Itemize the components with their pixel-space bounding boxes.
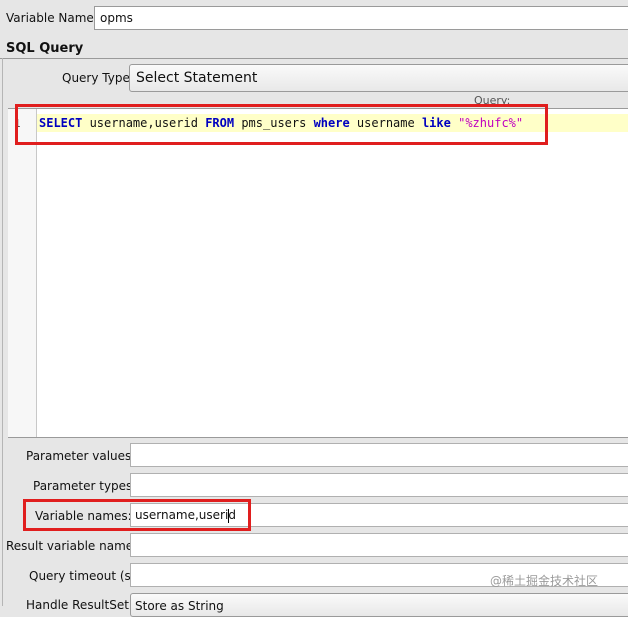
section-border [2, 58, 3, 606]
result-variable-name-input[interactable] [130, 533, 628, 557]
parameter-types-input[interactable] [130, 473, 628, 497]
variable-name-label: Variable Name: [6, 11, 98, 25]
section-title: SQL Query [6, 41, 84, 56]
variable-name-input[interactable]: opms [94, 6, 628, 30]
watermark: @稀土掘金技术社区 [490, 574, 599, 588]
sql-annotation-box [15, 104, 548, 145]
variable-names-annotation-box [23, 499, 251, 531]
parameter-values-input[interactable] [130, 443, 628, 467]
query-type-label: Query Type: [62, 71, 134, 85]
line-number-gutter [8, 109, 37, 437]
parameter-values-label: Parameter values: [26, 449, 136, 463]
section-divider [0, 58, 628, 59]
sql-editor[interactable] [8, 108, 628, 438]
parameter-types-label: Parameter types: [33, 479, 137, 493]
query-type-select[interactable]: Select Statement [129, 64, 628, 92]
handle-resultset-label: Handle ResultSet: [26, 598, 133, 612]
handle-resultset-select[interactable]: Store as String [130, 593, 628, 617]
query-timeout-label: Query timeout (s): [29, 569, 140, 583]
result-variable-name-label: Result variable name: [6, 539, 138, 553]
